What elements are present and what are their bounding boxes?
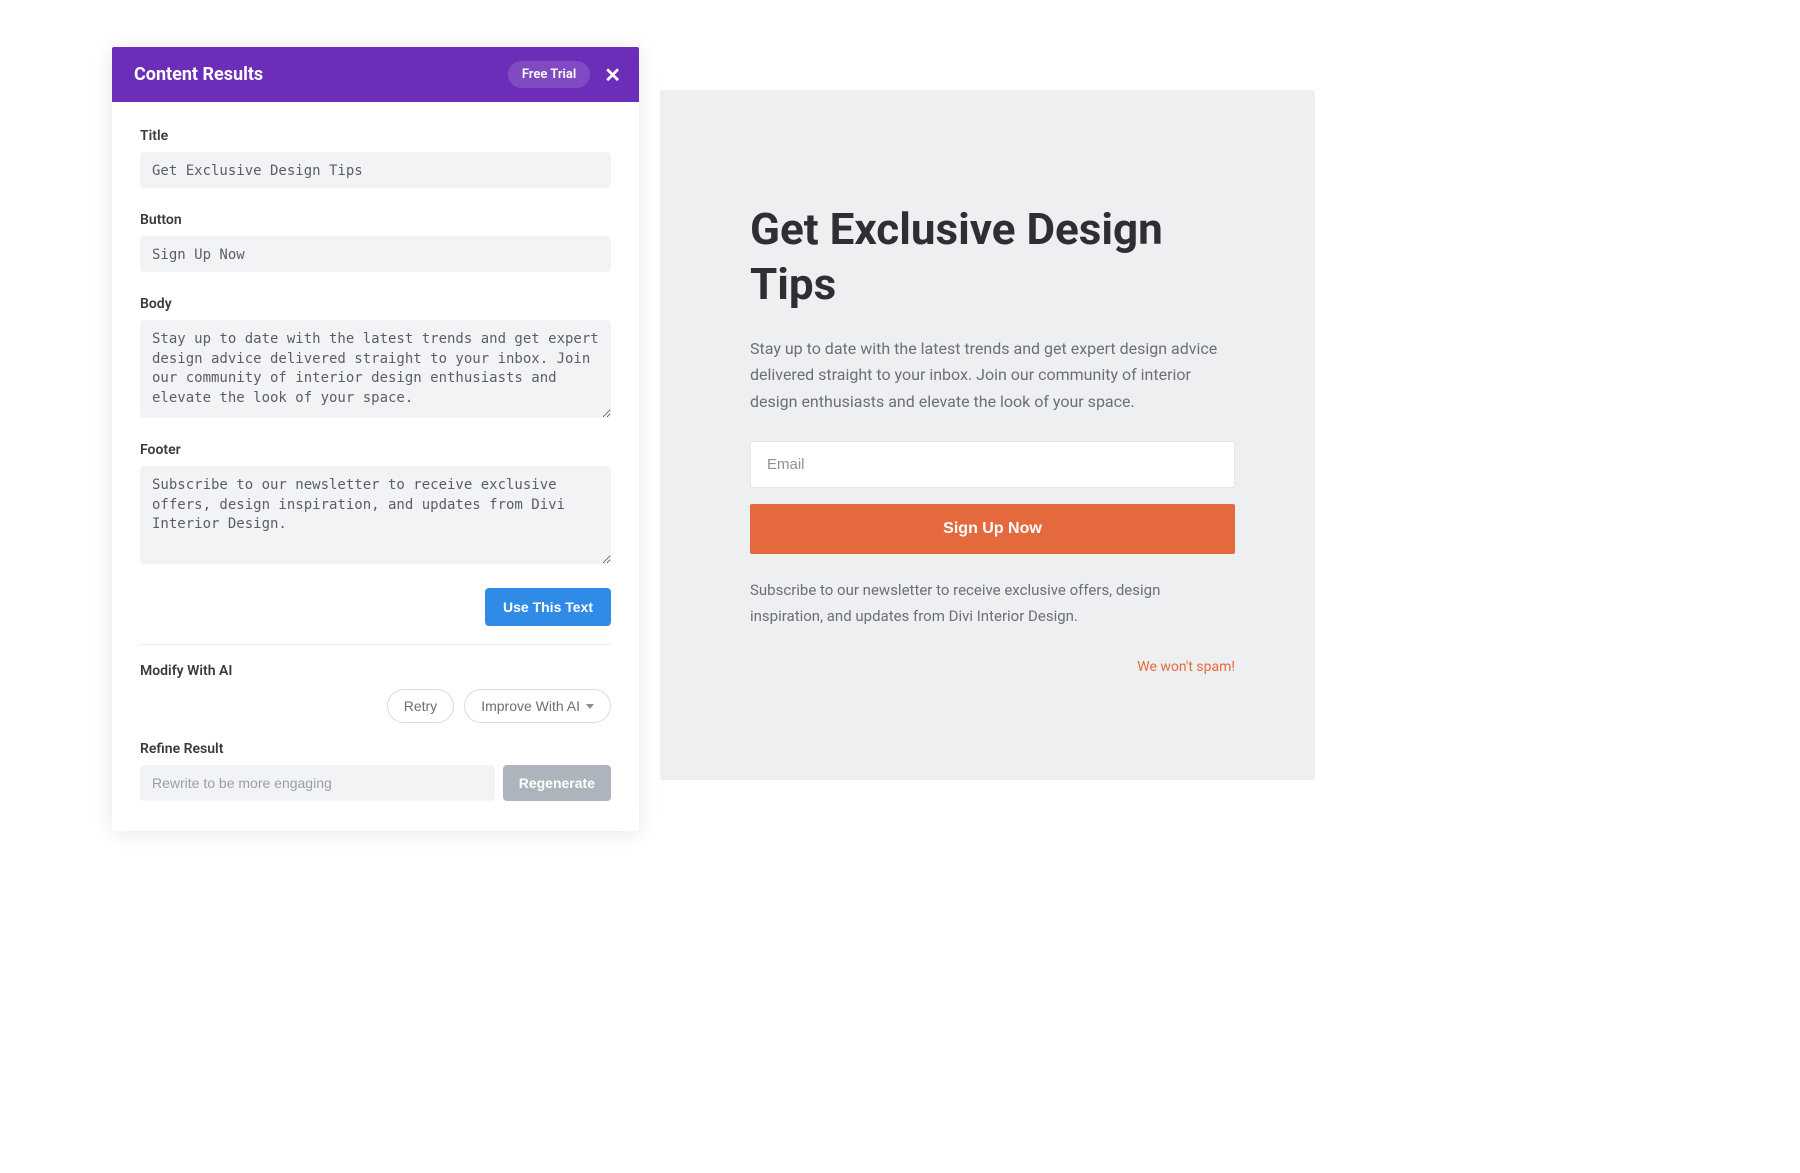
footer-field-group: Footer [140,442,611,568]
body-label: Body [140,296,611,312]
button-label: Button [140,212,611,228]
email-field[interactable] [750,441,1235,488]
preview-title: Get Exclusive Design Tips [750,202,1235,312]
title-label: Title [140,128,611,144]
panel-title: Content Results [134,64,263,85]
body-input[interactable] [140,320,611,418]
chevron-down-icon [586,704,594,709]
panel-header: Content Results Free Trial ✕ [112,47,639,102]
footer-input[interactable] [140,466,611,564]
footer-label: Footer [140,442,611,458]
divider [140,644,611,645]
close-icon[interactable]: ✕ [604,65,621,85]
free-trial-badge[interactable]: Free Trial [508,61,590,88]
body-field-group: Body [140,296,611,422]
sign-up-button[interactable]: Sign Up Now [750,504,1235,554]
preview-footer: Subscribe to our newsletter to receive e… [750,578,1235,629]
modify-label: Modify With AI [140,663,611,679]
use-this-text-button[interactable]: Use This Text [485,588,611,626]
button-input[interactable] [140,236,611,272]
title-field-group: Title [140,128,611,192]
regenerate-button[interactable]: Regenerate [503,765,611,801]
retry-button[interactable]: Retry [387,689,454,723]
use-text-row: Use This Text [140,588,611,626]
preview-pane: Get Exclusive Design Tips Stay up to dat… [660,90,1315,780]
preview-body: Stay up to date with the latest trends a… [750,336,1235,415]
improve-with-ai-button[interactable]: Improve With AI [464,689,611,723]
refine-row: Regenerate [140,765,611,801]
title-input[interactable] [140,152,611,188]
refine-label: Refine Result [140,741,611,757]
content-results-panel: Content Results Free Trial ✕ Title Butto… [112,47,639,831]
panel-body: Title Button Body Footer Use This Text M… [112,102,639,831]
button-field-group: Button [140,212,611,276]
refine-input[interactable] [140,765,495,801]
no-spam-text: We won't spam! [750,659,1235,675]
panel-header-actions: Free Trial ✕ [508,61,621,88]
retry-label: Retry [404,698,437,714]
improve-label: Improve With AI [481,698,580,714]
modify-actions: Retry Improve With AI [140,689,611,723]
